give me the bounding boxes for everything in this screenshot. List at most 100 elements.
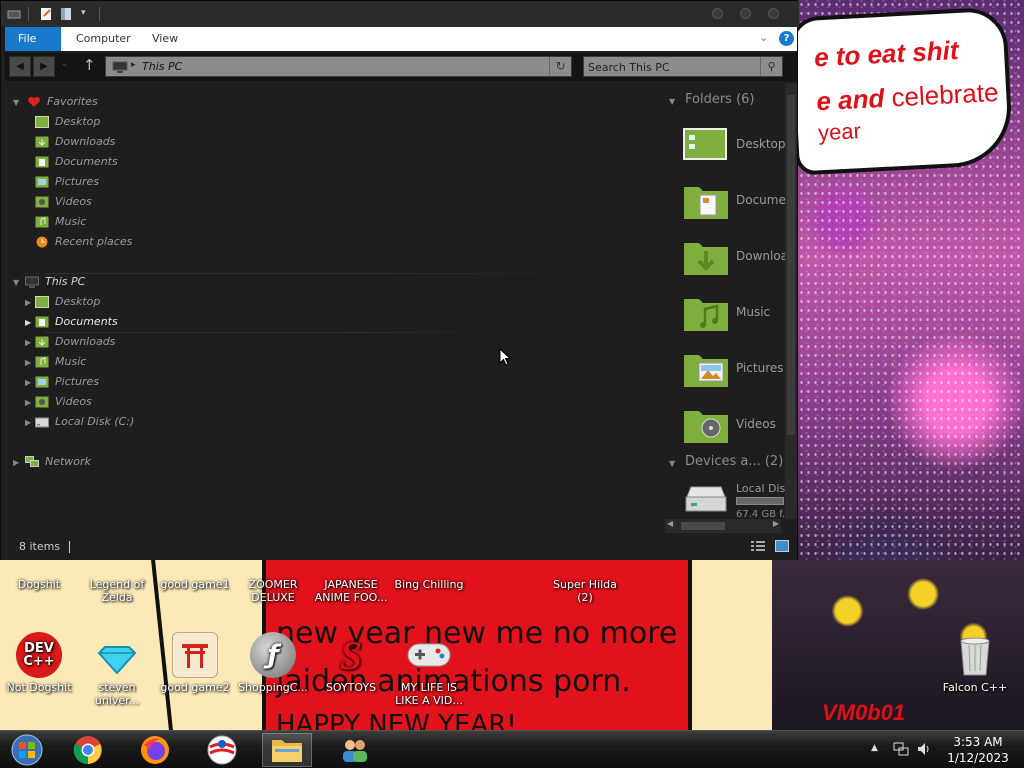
- wallpaper-panel-right: [692, 560, 772, 730]
- folder-tile-videos[interactable]: Videos: [683, 405, 785, 453]
- network-status-icon[interactable]: [893, 741, 909, 757]
- start-button[interactable]: [2, 733, 52, 767]
- chevron-right-icon[interactable]: ▶: [25, 358, 31, 367]
- nav-label: Recent places: [55, 235, 133, 248]
- chevron-right-icon[interactable]: ▶: [25, 378, 31, 387]
- folders-group-header[interactable]: Folders (6): [685, 92, 755, 107]
- desktop-icon-zoomer-deluxe[interactable]: ZOOMER DELUXE: [234, 578, 312, 604]
- scroll-left-icon[interactable]: ◀: [667, 519, 673, 528]
- up-arrow-icon[interactable]: ↑: [83, 56, 96, 74]
- properties-icon[interactable]: [39, 7, 53, 21]
- scrollbar-thumb[interactable]: [787, 95, 795, 435]
- desktop-icon-bing-chilling[interactable]: Bing Chilling: [390, 578, 468, 591]
- chevron-right-icon[interactable]: ▶: [25, 318, 31, 327]
- taskbar-chrome[interactable]: [63, 733, 113, 767]
- help-icon[interactable]: ?: [779, 31, 794, 46]
- device-tile-local-disk[interactable]: Local Disk (C:) 67.4 GB f...: [683, 481, 785, 517]
- taskbar-app-people[interactable]: [330, 733, 380, 767]
- forward-button[interactable]: ▶: [33, 56, 55, 77]
- chevron-down-icon[interactable]: ▼: [669, 97, 675, 106]
- flash-icon: ƒ: [250, 632, 296, 678]
- desktop-icon-label: good game1: [160, 578, 230, 591]
- pictures-folder-icon: [35, 376, 49, 388]
- maximize-button[interactable]: [740, 8, 751, 19]
- videos-folder-icon: [35, 196, 49, 208]
- chevron-right-icon[interactable]: ▶: [13, 458, 19, 467]
- nav-label: This PC: [45, 275, 86, 288]
- vertical-scrollbar[interactable]: [785, 83, 797, 519]
- desktop-icon-not-dogshit[interactable]: DEV C++ Not Dogshit: [0, 632, 78, 694]
- tab-file[interactable]: File: [5, 27, 61, 51]
- search-icon[interactable]: ⚲: [760, 57, 782, 76]
- desktop-icon-japanese-anime[interactable]: JAPANESE ANIME FOO...: [312, 578, 390, 604]
- folder-tile-documents[interactable]: Documents: [683, 181, 785, 229]
- desktop-icon-falcon-cpp[interactable]: Falcon C++: [936, 632, 1014, 694]
- devices-group-header[interactable]: Devices a... (2): [685, 454, 783, 469]
- tab-computer[interactable]: Computer: [63, 27, 144, 51]
- downloads-folder-icon: [35, 136, 49, 148]
- taskbar-firefox[interactable]: [130, 733, 180, 767]
- hard-drive-icon: [685, 486, 727, 512]
- scroll-right-icon[interactable]: ▶: [773, 519, 779, 528]
- taskbar-app-globe[interactable]: [197, 733, 247, 767]
- tab-view[interactable]: View: [139, 27, 191, 51]
- chevron-right-icon[interactable]: ▶: [25, 418, 31, 427]
- folder-tile-music[interactable]: Music: [683, 293, 785, 341]
- nav-label: Local Disk (C:): [55, 415, 135, 428]
- nav-label: Documents: [55, 155, 118, 168]
- desktop-icon-shopping[interactable]: ƒ ShoppingC...: [234, 632, 312, 694]
- desktop-icon-legend-of-zelda[interactable]: Legend of Zelda: [78, 578, 156, 604]
- folder-tile-desktop[interactable]: Desktop: [683, 125, 785, 173]
- search-box[interactable]: ⚲: [583, 56, 783, 77]
- folder-tile-pictures[interactable]: Pictures: [683, 349, 785, 397]
- bubble-text-line2: e and celebrate: [815, 76, 1000, 117]
- refresh-button[interactable]: ↻: [549, 57, 571, 76]
- start-orb-icon: [11, 734, 43, 766]
- desktop-icon-good-game1[interactable]: good game1: [156, 578, 234, 591]
- chevron-right-icon[interactable]: ▶: [25, 298, 31, 307]
- taskbar-file-explorer[interactable]: [262, 733, 312, 767]
- show-hidden-icons-icon[interactable]: ▲: [871, 743, 878, 753]
- desktop-icon-soytoys[interactable]: S SOYTOYS: [312, 632, 390, 694]
- minimize-button[interactable]: [712, 8, 723, 19]
- volume-icon[interactable]: [916, 741, 932, 757]
- documents-folder-icon: [35, 316, 49, 328]
- desktop-icon-label: ShoppingC...: [238, 681, 308, 694]
- window-titlebar[interactable]: ▾: [1, 1, 799, 27]
- search-input[interactable]: [588, 59, 756, 75]
- ribbon-expand-icon[interactable]: ⌄: [759, 31, 768, 44]
- system-menu-icon[interactable]: [7, 7, 21, 21]
- clock-time: 3:53 AM: [953, 735, 1003, 749]
- chevron-right-icon[interactable]: ▶: [25, 398, 31, 407]
- device-free-space: 67.4 GB f...: [736, 509, 785, 517]
- music-folder-icon: [684, 299, 728, 331]
- desktop-icon-good-game2[interactable]: good game2: [156, 632, 234, 694]
- new-folder-icon[interactable]: [59, 7, 73, 21]
- chevron-down-icon[interactable]: ▼: [669, 459, 675, 468]
- folder-tile-downloads[interactable]: Downloads: [683, 237, 785, 285]
- breadcrumb-chevron-icon[interactable]: ▸: [131, 60, 136, 70]
- system-clock[interactable]: 3:53 AM 1/12/2023: [940, 734, 1016, 766]
- desktop-icon-super-hilda[interactable]: Super Hilda (2): [546, 578, 624, 604]
- close-button[interactable]: [768, 8, 779, 19]
- address-bar[interactable]: ▸ This PC ↻: [105, 56, 572, 77]
- desktop-icon-my-life[interactable]: MY LIFE IS LIKE A VID...: [390, 632, 468, 707]
- mouse-cursor-icon: [499, 348, 511, 366]
- bubble-text-line1: e to eat shit: [813, 34, 960, 73]
- nav-label: Desktop: [55, 115, 101, 128]
- back-button[interactable]: ◀: [9, 56, 31, 77]
- chevron-right-icon[interactable]: ▶: [25, 338, 31, 347]
- chevron-down-icon[interactable]: ▼: [13, 98, 19, 107]
- large-icons-view-icon[interactable]: [775, 540, 789, 552]
- s-logo-icon: S: [339, 632, 363, 678]
- downloads-folder-icon: [35, 336, 49, 348]
- desktop-icon-dogshit[interactable]: Dogshit: [0, 578, 78, 591]
- details-view-icon[interactable]: [751, 540, 765, 552]
- horizontal-scrollbar[interactable]: ◀ ▶: [665, 519, 781, 533]
- chevron-down-icon[interactable]: ▼: [13, 278, 19, 287]
- file-explorer-window: ▾ File Computer View ⌄ ? ◀ ▶ ⌄ ↑ ▸ This …: [0, 0, 799, 560]
- desktop-icon-steven-universe[interactable]: steven univer...: [78, 632, 156, 707]
- scrollbar-thumb[interactable]: [681, 522, 725, 530]
- quick-access-dropdown-icon[interactable]: ▾: [81, 8, 86, 18]
- recent-locations-icon[interactable]: ⌄: [61, 59, 69, 69]
